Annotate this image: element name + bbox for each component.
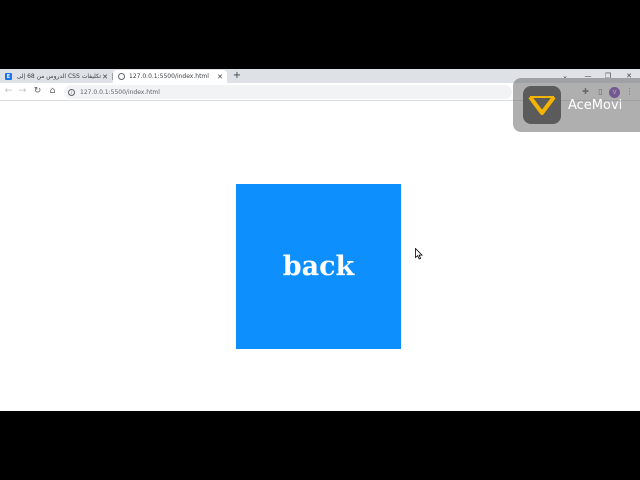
flip-card-back[interactable]: back <box>236 184 401 349</box>
mouse-pointer-icon <box>415 248 423 260</box>
globe-icon <box>118 73 125 80</box>
address-url: 127.0.0.1:5500/index.html <box>80 88 160 96</box>
video-frame: E تكليفات CSS الدروس من 68 إلى 73 ✕ 127.… <box>0 0 640 480</box>
acemovi-logo-icon <box>523 86 561 124</box>
forward-arrow-icon[interactable]: → <box>16 85 29 98</box>
site-favicon-icon: E <box>5 73 12 80</box>
tab-assignments[interactable]: E تكليفات CSS الدروس من 68 إلى 73 ✕ <box>0 70 112 83</box>
card-back-text: back <box>282 251 355 282</box>
address-bar[interactable]: i 127.0.0.1:5500/index.html <box>64 85 512 99</box>
tab-close-icon[interactable]: ✕ <box>101 73 109 81</box>
tab-title: تكليفات CSS الدروس من 68 إلى 73 <box>16 73 101 80</box>
back-arrow-icon[interactable]: ← <box>2 85 15 98</box>
new-tab-button[interactable]: + <box>231 69 243 83</box>
reload-icon[interactable]: ↻ <box>31 85 44 98</box>
site-info-icon[interactable]: i <box>68 88 75 96</box>
tab-close-icon[interactable]: ✕ <box>216 73 224 81</box>
watermark-text: AceMovi <box>568 97 623 113</box>
home-icon[interactable]: ⌂ <box>46 85 59 98</box>
tab-localhost[interactable]: 127.0.0.1:5500/index.html ✕ <box>113 70 227 83</box>
tab-title: 127.0.0.1:5500/index.html <box>129 73 209 80</box>
acemovi-watermark: AceMovi <box>513 78 640 132</box>
page-viewport: back <box>0 102 640 411</box>
